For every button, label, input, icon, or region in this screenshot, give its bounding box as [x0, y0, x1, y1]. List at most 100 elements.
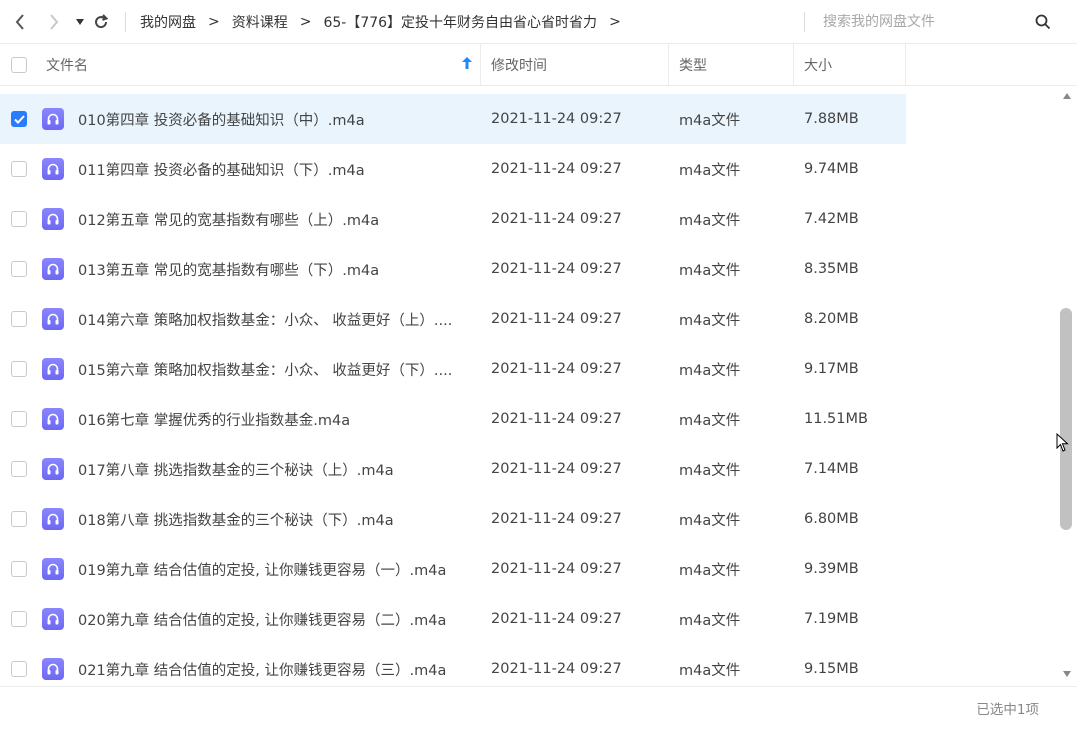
file-name[interactable]: 020第九章 结合估值的定投, 让你赚钱更容易（二）.m4a	[68, 594, 481, 644]
breadcrumb-item-courses[interactable]: 资料课程	[226, 12, 294, 32]
search-button[interactable]	[1023, 7, 1063, 37]
vertical-scrollbar[interactable]	[1057, 86, 1077, 686]
select-all-checkbox[interactable]	[11, 56, 27, 73]
chevron-left-icon	[15, 13, 24, 30]
audio-file-icon	[42, 208, 64, 230]
row-checkbox-cell	[0, 644, 38, 688]
file-list: 010第四章 投资必备的基础知识（中）.m4a 2021-11-24 09:27…	[0, 94, 1077, 688]
checkmark-icon	[13, 114, 25, 124]
file-row[interactable]: 016第七章 掌握优秀的行业指数基金.m4a 2021-11-24 09:27 …	[0, 394, 906, 444]
scrollbar-thumb[interactable]	[1060, 308, 1072, 530]
row-checkbox[interactable]	[11, 361, 27, 377]
file-name[interactable]: 010第四章 投资必备的基础知识（中）.m4a	[68, 94, 481, 144]
back-button[interactable]	[7, 7, 33, 37]
file-row[interactable]: 017第八章 挑选指数基金的三个秘诀（上）.m4a 2021-11-24 09:…	[0, 444, 906, 494]
file-name[interactable]: 011第四章 投资必备的基础知识（下）.m4a	[68, 144, 481, 194]
file-size: 9.15MB	[804, 661, 859, 677]
file-icon-cell	[38, 94, 68, 144]
file-icon-cell	[38, 544, 68, 594]
column-header-name-label: 文件名	[46, 57, 88, 74]
file-row[interactable]: 014第六章 策略加权指数基金：小众、 收益更好（上）.... 2021-11-…	[0, 294, 906, 344]
file-name[interactable]: 019第九章 结合估值的定投, 让你赚钱更容易（一）.m4a	[68, 544, 481, 594]
file-row[interactable]: 011第四章 投资必备的基础知识（下）.m4a 2021-11-24 09:27…	[0, 144, 906, 194]
file-row[interactable]: 020第九章 结合估值的定投, 让你赚钱更容易（二）.m4a 2021-11-2…	[0, 594, 906, 644]
row-checkbox[interactable]	[11, 211, 27, 227]
file-name[interactable]: 015第六章 策略加权指数基金：小众、 收益更好（下）....	[68, 344, 481, 394]
row-checkbox[interactable]	[11, 461, 27, 477]
column-header-type-label: 类型	[679, 57, 707, 74]
row-checkbox-cell	[0, 594, 38, 644]
file-row[interactable]: 013第五章 常见的宽基指数有哪些（下）.m4a 2021-11-24 09:2…	[0, 244, 906, 294]
caret-down-icon	[76, 18, 84, 25]
file-row[interactable]: 018第八章 挑选指数基金的三个秘诀（下）.m4a 2021-11-24 09:…	[0, 494, 906, 544]
file-name[interactable]: 017第八章 挑选指数基金的三个秘诀（上）.m4a	[68, 444, 481, 494]
file-type: m4a文件	[679, 612, 741, 629]
chevron-right-icon	[50, 13, 59, 30]
column-header-type[interactable]: 类型	[669, 43, 794, 86]
file-row[interactable]: 021第九章 结合估值的定投, 让你赚钱更容易（三）.m4a 2021-11-2…	[0, 644, 906, 688]
row-checkbox[interactable]	[11, 261, 27, 277]
file-row[interactable]: 010第四章 投资必备的基础知识（中）.m4a 2021-11-24 09:27…	[0, 94, 906, 144]
file-type: m4a文件	[679, 662, 741, 679]
breadcrumb-separator: >	[609, 13, 621, 30]
file-icon-cell	[38, 144, 68, 194]
file-name[interactable]: 021第九章 结合估值的定投, 让你赚钱更容易（三）.m4a	[68, 644, 481, 688]
row-checkbox[interactable]	[11, 161, 27, 177]
file-modified-time: 2021-11-24 09:27	[491, 611, 622, 627]
file-name[interactable]: 013第五章 常见的宽基指数有哪些（下）.m4a	[68, 244, 481, 294]
audio-file-icon	[42, 558, 64, 580]
file-icon-cell	[38, 194, 68, 244]
audio-file-icon	[42, 508, 64, 530]
mouse-cursor-icon	[1056, 433, 1069, 452]
search-input[interactable]	[823, 7, 1023, 36]
scroll-up-button[interactable]	[1060, 90, 1074, 102]
file-row[interactable]: 019第九章 结合估值的定投, 让你赚钱更容易（一）.m4a 2021-11-2…	[0, 544, 906, 594]
row-checkbox-cell	[0, 294, 38, 344]
row-checkbox[interactable]	[11, 561, 27, 577]
row-checkbox[interactable]	[11, 111, 27, 127]
audio-file-icon	[42, 108, 64, 130]
row-checkbox[interactable]	[11, 411, 27, 427]
scroll-down-button[interactable]	[1060, 668, 1074, 680]
file-size: 7.14MB	[804, 461, 859, 477]
breadcrumb-item-my-drive[interactable]: 我的网盘	[134, 12, 202, 32]
file-modified-time: 2021-11-24 09:27	[491, 311, 622, 327]
refresh-button[interactable]	[89, 7, 113, 37]
selection-count-text: 已选中1项	[976, 702, 1039, 718]
arrow-down-icon	[1063, 671, 1071, 677]
file-row[interactable]: 012第五章 常见的宽基指数有哪些（上）.m4a 2021-11-24 09:2…	[0, 194, 906, 244]
audio-file-icon	[42, 408, 64, 430]
column-header-size[interactable]: 大小	[794, 43, 906, 86]
file-modified-time: 2021-11-24 09:27	[491, 361, 622, 377]
column-header-modified[interactable]: 修改时间	[481, 43, 669, 86]
column-header-name[interactable]: 文件名	[38, 43, 481, 86]
file-type: m4a文件	[679, 512, 741, 529]
file-type: m4a文件	[679, 262, 741, 279]
breadcrumb-item-current-folder[interactable]: 65-【776】定投十年财务自由省心省时省力	[317, 12, 603, 32]
file-list-header: 文件名 修改时间 类型 大小	[0, 43, 1077, 86]
arrow-up-icon	[1063, 93, 1071, 99]
file-icon-cell	[38, 344, 68, 394]
row-checkbox[interactable]	[11, 311, 27, 327]
row-checkbox-cell	[0, 494, 38, 544]
select-all-cell	[0, 44, 38, 86]
file-icon-cell	[38, 244, 68, 294]
row-checkbox[interactable]	[11, 611, 27, 627]
history-dropdown-button[interactable]	[71, 7, 89, 37]
file-size: 8.35MB	[804, 261, 859, 277]
file-type: m4a文件	[679, 112, 741, 129]
forward-button[interactable]	[41, 7, 67, 37]
file-name[interactable]: 012第五章 常见的宽基指数有哪些（上）.m4a	[68, 194, 481, 244]
file-name[interactable]: 016第七章 掌握优秀的行业指数基金.m4a	[68, 394, 481, 444]
row-checkbox-cell	[0, 394, 38, 444]
column-header-modified-label: 修改时间	[491, 57, 547, 74]
file-size: 6.80MB	[804, 511, 859, 527]
row-checkbox-cell	[0, 244, 38, 294]
row-checkbox[interactable]	[11, 661, 27, 677]
file-size: 11.51MB	[804, 411, 868, 427]
file-name[interactable]: 014第六章 策略加权指数基金：小众、 收益更好（上）....	[68, 294, 481, 344]
file-row[interactable]: 015第六章 策略加权指数基金：小众、 收益更好（下）.... 2021-11-…	[0, 344, 906, 394]
audio-file-icon	[42, 608, 64, 630]
file-name[interactable]: 018第八章 挑选指数基金的三个秘诀（下）.m4a	[68, 494, 481, 544]
row-checkbox[interactable]	[11, 511, 27, 527]
